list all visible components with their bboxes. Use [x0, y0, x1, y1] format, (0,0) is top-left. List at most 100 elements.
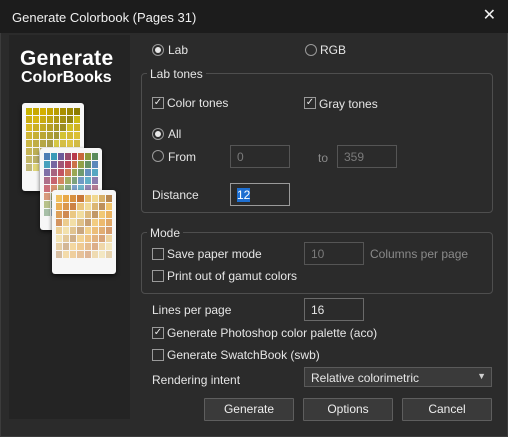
options-button[interactable]: Options — [303, 398, 393, 421]
swatch-cell — [57, 177, 64, 184]
swatch-cell — [26, 148, 32, 155]
swatch-cell — [46, 132, 53, 139]
from-radio[interactable] — [152, 150, 164, 162]
swatch-cell — [32, 108, 39, 115]
swatch-cell — [44, 177, 50, 184]
swatch-cell — [70, 227, 77, 234]
swatch-cell — [105, 203, 112, 210]
swatch-cell — [64, 153, 71, 160]
swatch-cell — [50, 153, 57, 160]
swatch-cell — [91, 243, 98, 250]
swatch-cell — [105, 227, 112, 234]
swatch-cell — [98, 203, 105, 210]
swatch-cell — [63, 243, 70, 250]
swatch-cell — [67, 140, 74, 147]
generate-button[interactable]: Generate — [204, 398, 294, 421]
swatch-cell — [105, 251, 112, 258]
rgb-radio[interactable] — [305, 44, 317, 56]
lab-radio[interactable] — [152, 44, 164, 56]
swatch-cell — [26, 124, 32, 131]
swatch-cell — [84, 227, 91, 234]
swatch-cell — [98, 219, 105, 226]
swatch-cell — [46, 124, 53, 131]
swatch-cell — [63, 203, 70, 210]
swatch-cell — [74, 116, 80, 123]
columns-input[interactable]: 10 — [304, 242, 364, 265]
swatch-cell — [67, 124, 74, 131]
swatch-cell — [74, 124, 80, 131]
swatch-cell — [32, 140, 39, 147]
swatch-cell — [105, 211, 112, 218]
window-title: Generate Colorbook (Pages 31) — [12, 10, 197, 25]
from-input[interactable]: 0 — [230, 145, 290, 168]
swatch-cell — [78, 161, 85, 168]
swatch-cell — [77, 243, 84, 250]
swatch-cell — [56, 251, 63, 258]
swatch-cell — [50, 177, 57, 184]
swatch-cell — [39, 116, 46, 123]
swatch-cell — [98, 195, 105, 202]
swatch-cell — [71, 153, 78, 160]
lines-label: Lines per page — [152, 303, 232, 317]
close-icon[interactable]: ✕ — [483, 5, 496, 25]
swatch-cell — [56, 219, 63, 226]
swatch-cell — [85, 161, 92, 168]
swatch-cell — [84, 243, 91, 250]
swatch-cell — [64, 169, 71, 176]
swatch-cell — [56, 243, 63, 250]
swatch-cell — [63, 211, 70, 218]
swatch-cell — [63, 251, 70, 258]
swb-checkbox[interactable] — [152, 349, 164, 361]
all-radio[interactable] — [152, 128, 164, 140]
to-input[interactable]: 359 — [337, 145, 397, 168]
swatch-cell — [64, 177, 71, 184]
swatch-cell — [84, 211, 91, 218]
distance-value: 12 — [237, 188, 251, 202]
swatch-cell — [105, 235, 112, 242]
swatch-cell — [26, 140, 32, 147]
aco-checkbox[interactable]: ✓ — [152, 327, 164, 339]
swatch-cell — [91, 195, 98, 202]
all-label: All — [168, 127, 182, 141]
warm-swatch-card — [52, 190, 116, 274]
distance-input[interactable]: 12 — [230, 183, 290, 206]
swatch-cell — [44, 193, 50, 200]
swatch-cell — [91, 203, 98, 210]
swatch-cell — [63, 195, 70, 202]
swb-label: Generate SwatchBook (swb) — [167, 348, 320, 362]
swatch-cell — [60, 124, 67, 131]
swatch-cell — [53, 116, 60, 123]
gamut-checkbox[interactable] — [152, 270, 164, 282]
color-tones-checkbox[interactable]: ✓ — [152, 97, 164, 109]
swatch-cell — [67, 116, 74, 123]
to-label: to — [318, 151, 329, 165]
save-paper-checkbox[interactable] — [152, 248, 164, 260]
swatch-cell — [56, 235, 63, 242]
rendering-label: Rendering intent — [152, 373, 241, 387]
gray-tones-label: Gray tones — [319, 97, 378, 111]
swatch-cell — [71, 161, 78, 168]
swatch-cell — [63, 227, 70, 234]
swatch-cell — [60, 116, 67, 123]
swatch-cell — [53, 132, 60, 139]
swatch-cell — [71, 177, 78, 184]
lines-input[interactable]: 16 — [304, 298, 364, 321]
lab-label: Lab — [168, 43, 189, 57]
gray-tones-checkbox[interactable]: ✓ — [304, 97, 316, 109]
swatch-cell — [26, 108, 32, 115]
swatch-cell — [70, 219, 77, 226]
swatch-cell — [98, 211, 105, 218]
mode-legend: Mode — [147, 226, 184, 240]
swatch-cell — [78, 153, 85, 160]
rendering-intent-select[interactable]: Relative colorimetric ▼ — [304, 367, 492, 387]
swatch-cell — [71, 169, 78, 176]
swatch-cell — [84, 235, 91, 242]
swatch-cell — [74, 140, 80, 147]
swatch-cell — [85, 169, 92, 176]
swatch-cell — [77, 227, 84, 234]
swatch-cell — [32, 116, 39, 123]
swatch-cell — [92, 153, 98, 160]
swatch-cell — [92, 161, 98, 168]
cancel-button[interactable]: Cancel — [402, 398, 492, 421]
swatch-cell — [39, 108, 46, 115]
